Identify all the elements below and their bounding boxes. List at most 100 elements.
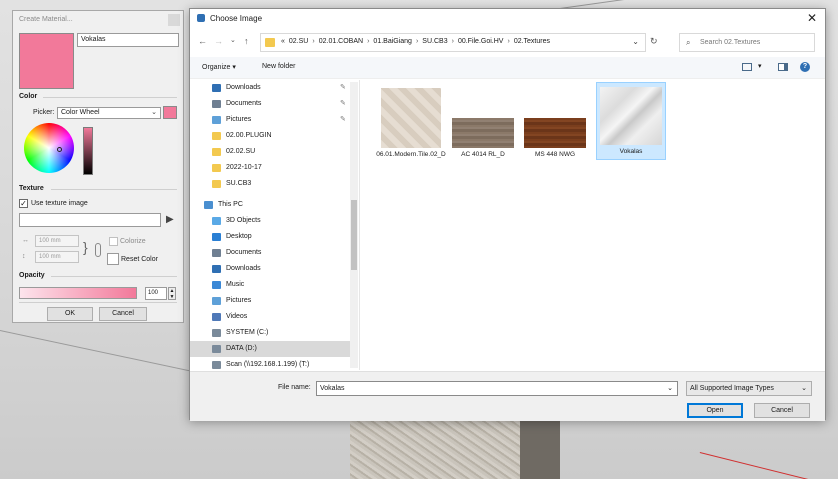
- cancel-button[interactable]: Cancel: [754, 403, 810, 418]
- refresh-icon[interactable]: ↻: [650, 36, 658, 47]
- breadcrumb-separator: ›: [415, 38, 419, 45]
- file-item[interactable]: 06.01.Modern.Tile.02_D: [376, 84, 446, 159]
- new-folder-button[interactable]: New folder: [262, 63, 295, 70]
- nav-item-folder[interactable]: 02.00.PLUGIN: [190, 128, 350, 144]
- breadcrumb-item[interactable]: 02.SU: [289, 38, 308, 45]
- nav-item-downloads[interactable]: Downloads ✎: [190, 80, 350, 96]
- nav-item-pictures[interactable]: Pictures: [190, 293, 350, 309]
- nav-item-data-drive[interactable]: DATA (D:): [190, 341, 350, 357]
- nav-item-folder[interactable]: 2022-10-17: [190, 160, 350, 176]
- breadcrumb-item[interactable]: 01.BaiGiang: [373, 38, 412, 45]
- texture-width-input[interactable]: 100 mm: [35, 235, 79, 247]
- scrollbar-thumb[interactable]: [351, 200, 357, 270]
- breadcrumb-separator: ›: [367, 38, 370, 45]
- opacity-stepper[interactable]: ▲ ▼: [168, 287, 176, 300]
- nav-item-network-drive[interactable]: Scan (\\192.168.1.199) (T:): [190, 357, 350, 370]
- height-arrow-icon: ↕: [22, 253, 26, 260]
- nav-item-this-pc[interactable]: This PC: [190, 197, 350, 213]
- preview-pane-icon[interactable]: [778, 63, 788, 71]
- nav-item-label: 02.00.PLUGIN: [226, 132, 272, 139]
- chevron-down-icon[interactable]: ⌄: [632, 37, 639, 46]
- breadcrumb-item[interactable]: 00.File.Goi.HV: [458, 38, 504, 45]
- nav-item-label: 3D Objects: [226, 217, 261, 224]
- reset-color-label: Reset Color: [121, 256, 158, 263]
- file-name-input[interactable]: Vokalas ⌄: [316, 381, 678, 396]
- colorize-checkbox[interactable]: [109, 237, 118, 246]
- pin-icon: ✎: [340, 84, 346, 91]
- brightness-slider[interactable]: [83, 127, 93, 175]
- nav-item-label: Documents: [226, 100, 262, 107]
- nav-item-label: Music: [226, 281, 245, 288]
- opacity-slider[interactable]: [19, 287, 137, 299]
- back-arrow-icon[interactable]: ←: [198, 36, 207, 46]
- close-icon[interactable]: ✕: [807, 11, 817, 25]
- search-input[interactable]: ⌕ Search 02.Textures: [679, 33, 815, 52]
- help-icon[interactable]: ?: [800, 62, 810, 72]
- picker-select[interactable]: Color Wheel ⌄: [57, 107, 161, 119]
- ok-button[interactable]: OK: [47, 307, 93, 321]
- texture-height-input[interactable]: 100 mm: [35, 251, 79, 263]
- chevron-down-icon[interactable]: ▾: [758, 62, 762, 70]
- opacity-section-heading: Opacity: [19, 272, 45, 279]
- browse-folder-icon[interactable]: ▶: [166, 214, 174, 225]
- nav-item-system-drive[interactable]: SYSTEM (C:): [190, 325, 350, 341]
- divider: [51, 189, 177, 190]
- address-bar[interactable]: « 02.SU › 02.01.COBAN › 01.BaiGiang › SU…: [260, 33, 646, 52]
- nav-item-downloads[interactable]: Downloads: [190, 261, 350, 277]
- open-button[interactable]: Open: [687, 403, 743, 418]
- picker-value: Color Wheel: [61, 109, 100, 116]
- recent-chevron-icon[interactable]: ⌄: [230, 36, 236, 44]
- file-item-selected[interactable]: Vokalas: [596, 82, 666, 160]
- color-wheel[interactable]: [24, 123, 74, 173]
- nav-scrollbar[interactable]: [350, 82, 358, 368]
- forward-arrow-icon[interactable]: →: [214, 36, 223, 46]
- breadcrumb-item[interactable]: 02.Textures: [514, 38, 550, 45]
- nav-item-folder[interactable]: SU.CB3: [190, 176, 350, 192]
- nav-item-label: 02.02.SU: [226, 148, 256, 155]
- nav-item-pictures[interactable]: Pictures ✎: [190, 112, 350, 128]
- file-item[interactable]: AC 4014 RL_D: [448, 84, 518, 159]
- file-list: 06.01.Modern.Tile.02_D AC 4014 RL_D MS 4…: [362, 80, 825, 370]
- breadcrumb-separator: ›: [451, 38, 454, 45]
- choose-image-dialog: Choose Image ✕ ← → ⌄ ↑ « 02.SU › 02.01.C…: [189, 8, 826, 421]
- breadcrumb-item[interactable]: 02.01.COBAN: [319, 38, 363, 45]
- file-type-value: All Supported Image Types: [690, 385, 774, 392]
- lock-aspect-icon[interactable]: [95, 243, 101, 257]
- dark-wood-texture-thumbnail: [524, 118, 586, 148]
- folder-icon: [212, 180, 221, 188]
- divider: [19, 302, 177, 303]
- breadcrumb-overflow[interactable]: «: [281, 38, 285, 45]
- nav-item-desktop[interactable]: Desktop: [190, 229, 350, 245]
- picker-label: Picker:: [33, 109, 55, 116]
- nav-item-documents[interactable]: Documents ✎: [190, 96, 350, 112]
- nav-item-folder[interactable]: 02.02.SU: [190, 144, 350, 160]
- use-texture-checkbox[interactable]: ✓: [19, 199, 28, 208]
- file-item[interactable]: MS 448 NWG: [520, 84, 590, 159]
- color-wheel-marker[interactable]: [57, 147, 62, 152]
- nav-item-documents[interactable]: Documents: [190, 245, 350, 261]
- nav-item-label: Scan (\\192.168.1.199) (T:): [226, 361, 310, 368]
- opacity-input[interactable]: 100: [145, 287, 167, 300]
- change-view-icon[interactable]: [742, 63, 752, 71]
- material-name-input[interactable]: Vokalas: [77, 33, 179, 47]
- current-color-chip[interactable]: [163, 106, 177, 119]
- organize-button[interactable]: Organize ▾: [202, 63, 236, 71]
- dialog-title-bar: Choose Image ✕: [190, 9, 825, 29]
- breadcrumb-item[interactable]: SU.CB3: [422, 38, 447, 45]
- file-type-select[interactable]: All Supported Image Types ⌄: [686, 381, 812, 396]
- close-icon[interactable]: [168, 14, 180, 26]
- nav-item-videos[interactable]: Videos: [190, 309, 350, 325]
- texture-section-heading: Texture: [19, 185, 44, 192]
- texture-path-input[interactable]: [19, 213, 161, 227]
- up-arrow-icon[interactable]: ↑: [244, 36, 249, 46]
- nav-item-music[interactable]: Music: [190, 277, 350, 293]
- cancel-button[interactable]: Cancel: [99, 307, 147, 321]
- nav-item-label: Downloads: [226, 265, 261, 272]
- command-bar: Organize ▾ New folder ▾ ?: [190, 57, 825, 79]
- colorize-label: Colorize: [120, 238, 146, 245]
- reset-color-button[interactable]: [107, 253, 119, 265]
- nav-item-3d-objects[interactable]: 3D Objects: [190, 213, 350, 229]
- chevron-down-icon[interactable]: ⌄: [667, 382, 673, 395]
- videos-icon: [212, 313, 221, 321]
- breadcrumb: « 02.SU › 02.01.COBAN › 01.BaiGiang › SU…: [281, 38, 550, 45]
